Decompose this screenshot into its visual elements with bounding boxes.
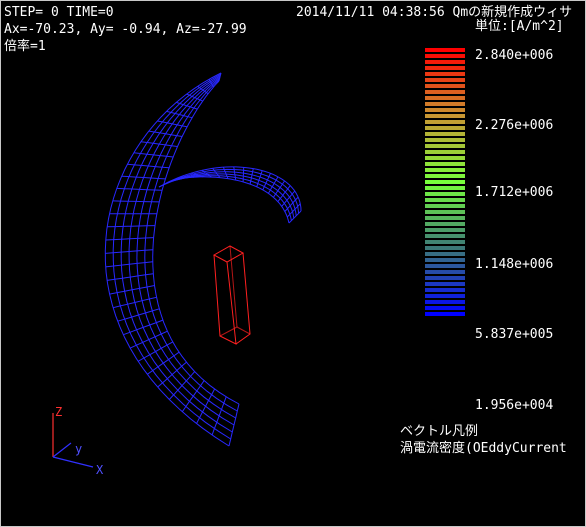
legend-title: ベクトル凡例: [400, 424, 479, 439]
legend-quantity: 渦電流密度(OEddyCurrent: [400, 441, 567, 456]
eddy-current-mesh: [104, 72, 302, 447]
axis-z-label: Z: [55, 405, 63, 419]
color-scale-segment: [425, 312, 465, 318]
legend-tick-min: 1.956e+004: [475, 398, 554, 413]
legend-tick-4: 1.148e+006: [475, 257, 554, 272]
inner-coil-strip: [158, 166, 302, 224]
axis-triad: [52, 413, 94, 468]
legend-unit: 単位:[A/m^2]: [475, 19, 564, 34]
conductor-box: [212, 245, 251, 345]
legend-tick-5: 5.837e+005: [475, 327, 554, 342]
outer-coil-strip: [104, 72, 240, 447]
legend-tick-max: 2.840e+006: [475, 48, 554, 63]
3d-viewport[interactable]: STEP= 0 TIME=0 2014/11/11 04:38:56 Qmの新規…: [0, 0, 586, 527]
legend-tick-2: 2.276e+006: [475, 118, 554, 133]
axis-x-label: X: [96, 463, 104, 477]
color-scale-bar: [425, 48, 465, 318]
axis-y-label: y: [75, 442, 83, 456]
legend-tick-3: 1.712e+006: [475, 185, 554, 200]
